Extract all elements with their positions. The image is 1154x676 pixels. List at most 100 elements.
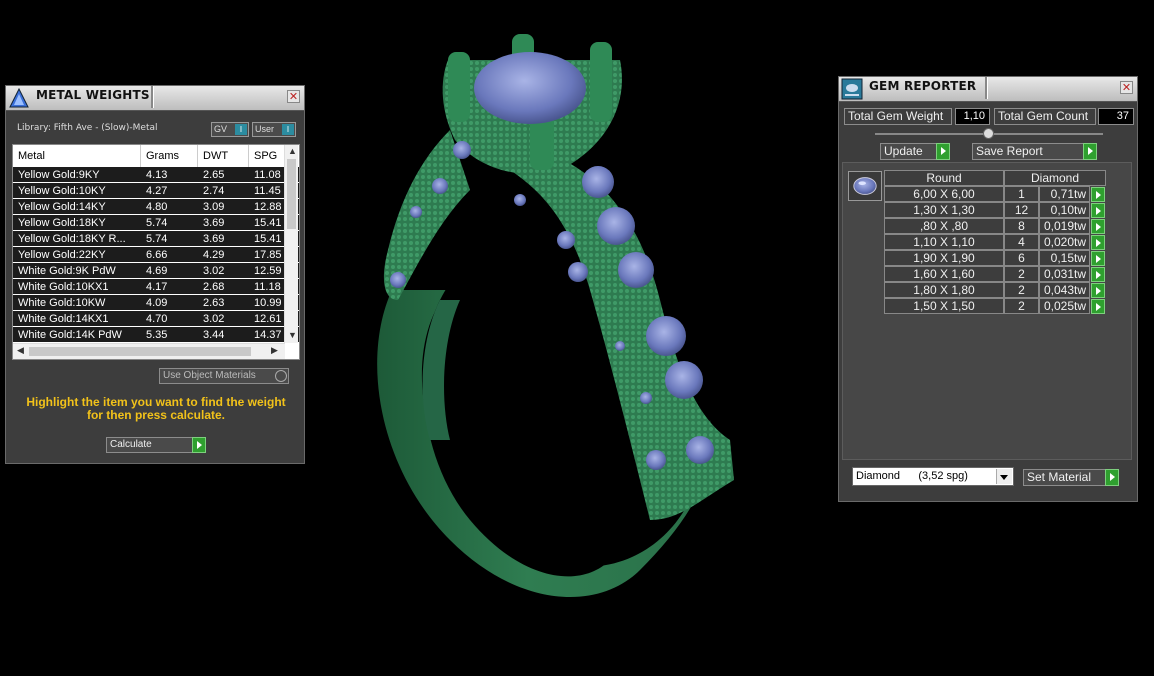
gem-weight-cell[interactable]: 0,71tw <box>1039 186 1090 202</box>
column-header-grams[interactable]: Grams <box>141 145 198 167</box>
radio-icon <box>275 370 287 382</box>
spg-cell: 11.45 <box>254 185 281 197</box>
gem-slider-handle[interactable] <box>983 128 994 139</box>
spg-cell: 12.59 <box>254 265 282 277</box>
metal-name-cell: Yellow Gold:9KY <box>18 169 100 181</box>
material-select[interactable]: Diamond (3,52 spg) <box>852 467 1014 486</box>
metal-weights-close-icon[interactable]: ✕ <box>287 90 300 103</box>
gem-weight-cell[interactable]: 0,020tw <box>1039 234 1090 250</box>
gem-size-cell[interactable]: 1,80 X 1,80 <box>884 282 1004 298</box>
select-gem-go-icon[interactable] <box>1091 251 1105 266</box>
gem-weight-cell[interactable]: 0,019tw <box>1039 218 1090 234</box>
gem-count-cell[interactable]: 8 <box>1004 218 1039 234</box>
update-button[interactable]: Update <box>880 143 950 160</box>
table-row[interactable]: White Gold:9K PdW 4.69 3.02 12.59 <box>13 263 299 279</box>
gv-toggle[interactable]: GV I <box>211 122 249 137</box>
table-row[interactable]: White Gold:10KX1 4.17 2.68 11.18 <box>13 279 299 295</box>
table-row[interactable]: Yellow Gold:14KY 4.80 3.09 12.88 <box>13 199 299 215</box>
user-toggle[interactable]: User I <box>252 122 296 137</box>
metal-weights-titlebar[interactable]: METAL WEIGHTS ✕ <box>6 86 304 111</box>
vscroll-thumb[interactable] <box>287 159 296 229</box>
table-row[interactable]: Yellow Gold:9KY 4.13 2.65 11.08 <box>13 167 299 183</box>
round-diamond-icon[interactable] <box>848 171 882 201</box>
gem-weight-cell[interactable]: 0,043tw <box>1039 282 1090 298</box>
grams-cell: 6.66 <box>146 249 168 261</box>
calculate-hint: Highlight the item you want to find the … <box>26 395 286 422</box>
gem-count-cell[interactable]: 2 <box>1004 298 1039 314</box>
material-header: Diamond <box>1004 170 1106 186</box>
metal-name-cell: White Gold:14KX1 <box>18 313 109 325</box>
table-row[interactable]: Yellow Gold:22KY 6.66 4.29 17.85 <box>13 247 299 263</box>
dwt-cell: 3.09 <box>203 201 225 213</box>
scroll-up-icon[interactable]: ▲ <box>288 146 297 156</box>
save-report-go-icon <box>1083 143 1097 160</box>
hscroll-thumb[interactable] <box>29 347 251 356</box>
dwt-cell: 2.63 <box>203 297 225 309</box>
set-material-button[interactable]: Set Material <box>1023 469 1119 486</box>
gem-weight-cell[interactable]: 0,031tw <box>1039 266 1090 282</box>
spg-cell: 17.85 <box>254 249 282 261</box>
gem-size-cell[interactable]: 1,30 X 1,30 <box>884 202 1004 218</box>
use-object-materials-button[interactable]: Use Object Materials <box>159 368 289 384</box>
table-row[interactable]: Yellow Gold:18KY 5.74 3.69 15.41 <box>13 215 299 231</box>
gem-count-cell[interactable]: 6 <box>1004 250 1039 266</box>
gem-weight-cell[interactable]: 0,10tw <box>1039 202 1090 218</box>
select-gem-go-icon[interactable] <box>1091 219 1105 234</box>
chevron-down-icon[interactable] <box>996 469 1012 484</box>
table-row[interactable]: White Gold:14KX1 4.70 3.02 12.61 <box>13 311 299 327</box>
gem-count-cell[interactable]: 4 <box>1004 234 1039 250</box>
update-go-icon <box>936 143 950 160</box>
gem-size-cell[interactable]: 1,10 X 1,10 <box>884 234 1004 250</box>
select-gem-go-icon[interactable] <box>1091 299 1105 314</box>
total-gem-count-label: Total Gem Count <box>994 108 1096 125</box>
total-gem-count-value: 37 <box>1098 108 1134 125</box>
gem-reporter-logo-icon <box>841 78 863 100</box>
grams-cell: 5.74 <box>146 233 168 245</box>
gem-count-cell[interactable]: 1 <box>1004 186 1039 202</box>
dwt-cell: 3.69 <box>203 217 225 229</box>
gem-size-cell[interactable]: 1,60 X 1,60 <box>884 266 1004 282</box>
scroll-down-icon[interactable]: ▼ <box>288 330 297 340</box>
metal-name-cell: White Gold:10KW <box>18 297 106 309</box>
gem-reporter-titlebar[interactable]: GEM REPORTER ✕ <box>839 77 1137 102</box>
gem-reporter-panel: GEM REPORTER ✕ Total Gem Weight 1,10 Tot… <box>838 76 1138 502</box>
gem-count-cell[interactable]: 2 <box>1004 282 1039 298</box>
table-row[interactable]: White Gold:10KW 4.09 2.63 10.99 <box>13 295 299 311</box>
spg-cell: 14.37 <box>254 329 282 341</box>
column-header-dwt[interactable]: DWT <box>198 145 249 167</box>
select-gem-go-icon[interactable] <box>1091 187 1105 202</box>
metal-name-cell: Yellow Gold:18KY R... <box>18 233 126 245</box>
grams-cell: 4.27 <box>146 185 168 197</box>
gem-reporter-close-icon[interactable]: ✕ <box>1120 81 1133 94</box>
column-header-spg[interactable]: SPG <box>249 145 289 167</box>
select-gem-go-icon[interactable] <box>1091 283 1105 298</box>
table-row[interactable]: Yellow Gold:10KY 4.27 2.74 11.45 <box>13 183 299 199</box>
gem-size-cell[interactable]: 1,90 X 1,90 <box>884 250 1004 266</box>
metal-weights-logo-icon <box>9 87 29 108</box>
grams-cell: 4.13 <box>146 169 168 181</box>
metal-table[interactable]: Metal Grams DWT SPG Yellow Gold:9KY 4.13 2… <box>12 144 300 360</box>
save-report-button[interactable]: Save Report <box>972 143 1097 160</box>
gem-size-cell[interactable]: ,80 X ,80 <box>884 218 1004 234</box>
gem-size-cell[interactable]: 1,50 X 1,50 <box>884 298 1004 314</box>
table-row[interactable]: Yellow Gold:18KY R... 5.74 3.69 15.41 <box>13 231 299 247</box>
scroll-left-icon[interactable]: ◀ <box>17 345 24 356</box>
gem-weight-cell[interactable]: 0,025tw <box>1039 298 1090 314</box>
calculate-button[interactable]: Calculate <box>106 437 206 453</box>
metal-table-vscrollbar[interactable]: ▲ ▼ <box>284 145 298 343</box>
gem-weight-cell[interactable]: 0,15tw <box>1039 250 1090 266</box>
gem-size-cell[interactable]: 6,00 X 6,00 <box>884 186 1004 202</box>
metal-weights-title: METAL WEIGHTS <box>36 88 150 102</box>
gem-count-cell[interactable]: 2 <box>1004 266 1039 282</box>
select-gem-go-icon[interactable] <box>1091 203 1105 218</box>
metal-table-hscrollbar[interactable]: ◀ ▶ <box>13 343 285 359</box>
column-header-metal[interactable]: Metal <box>13 145 141 167</box>
table-row[interactable]: White Gold:14K PdW 5.35 3.44 14.37 <box>13 327 299 343</box>
select-gem-go-icon[interactable] <box>1091 267 1105 282</box>
select-gem-go-icon[interactable] <box>1091 235 1105 250</box>
gem-count-cell[interactable]: 12 <box>1004 202 1039 218</box>
scroll-right-icon[interactable]: ▶ <box>271 345 278 356</box>
spg-cell: 15.41 <box>254 217 282 229</box>
metal-name-cell: Yellow Gold:22KY <box>18 249 106 261</box>
metal-name-cell: Yellow Gold:14KY <box>18 201 106 213</box>
